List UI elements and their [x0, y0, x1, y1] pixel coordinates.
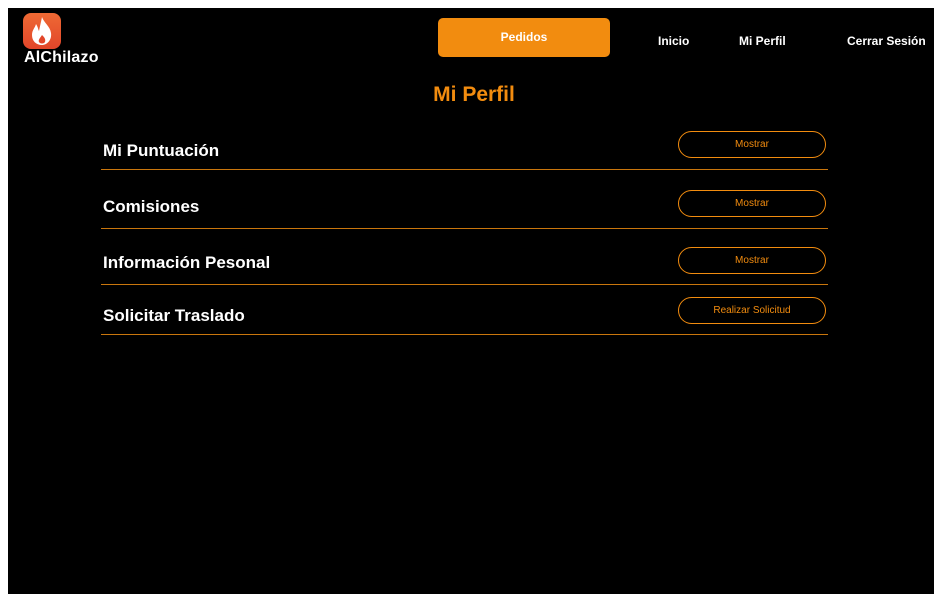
section-label: Solicitar Traslado [103, 306, 245, 325]
flame-icon [23, 13, 61, 49]
section-label: Mi Puntuación [103, 141, 220, 160]
nav-link-mi-perfil[interactable]: Mi Perfil [739, 34, 786, 48]
mostrar-puntuacion-button[interactable]: Mostrar [678, 131, 826, 158]
brand-name: AlChilazo [24, 49, 99, 66]
section-row-traslado: Solicitar Traslado Realizar Solicitud [101, 296, 828, 335]
section-row-comisiones: Comisiones Mostrar [101, 188, 828, 229]
nav-pedidos-label: Pedidos [500, 30, 548, 44]
realizar-solicitud-button[interactable]: Realizar Solicitud [678, 297, 826, 324]
app-window: AlChilazo Pedidos Inicio Mi Perfil Cerra… [8, 8, 934, 594]
nav-link-cerrar-sesion[interactable]: Cerrar Sesión [847, 34, 926, 48]
nav-pedidos-button[interactable]: Pedidos [438, 18, 610, 57]
mostrar-comisiones-button[interactable]: Mostrar [678, 190, 826, 217]
section-label: Información Pesonal [103, 253, 271, 272]
section-row-informacion: Información Pesonal Mostrar [101, 244, 828, 285]
section-row-puntuacion: Mi Puntuación Mostrar [101, 128, 828, 170]
mostrar-informacion-button[interactable]: Mostrar [678, 247, 826, 274]
nav-link-inicio[interactable]: Inicio [658, 34, 689, 48]
section-label: Comisiones [103, 197, 200, 216]
page-title: Mi Perfil [433, 83, 515, 106]
brand-logo[interactable]: AlChilazo [8, 8, 118, 78]
